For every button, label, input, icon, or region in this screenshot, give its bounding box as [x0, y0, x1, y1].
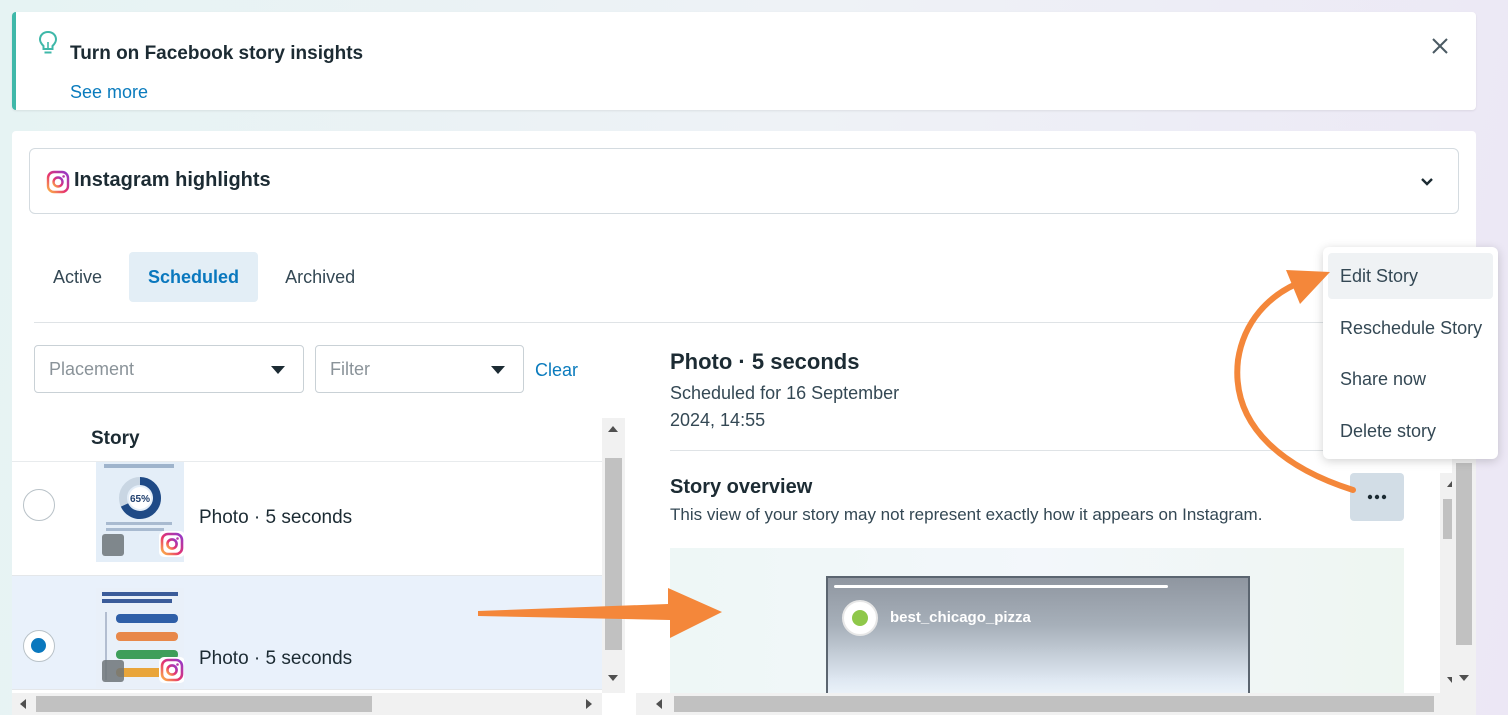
scroll-left-arrow-icon[interactable]	[20, 699, 26, 709]
lightbulb-icon	[38, 30, 58, 54]
tab-active[interactable]: Active	[34, 252, 121, 302]
placement-dropdown[interactable]: Placement	[34, 345, 304, 393]
scroll-down-arrow-icon[interactable]	[1459, 675, 1469, 681]
menu-item-reschedule-story[interactable]: Reschedule Story	[1328, 305, 1493, 351]
menu-item-edit-story[interactable]: Edit Story	[1328, 253, 1493, 299]
menu-item-delete-story[interactable]: Delete story	[1328, 408, 1493, 454]
avatar	[842, 600, 878, 636]
scroll-right-arrow-icon[interactable]	[586, 699, 592, 709]
row-radio[interactable]	[23, 489, 55, 521]
story-tabs: Active Scheduled Archived	[34, 252, 374, 302]
story-list: 65% Photo · 5 seconds Photo · 5 seconds	[12, 461, 602, 693]
story-preview: best_chicago_pizza	[670, 548, 1404, 698]
scroll-left-arrow-icon[interactable]	[656, 699, 662, 709]
chevron-down-icon[interactable]	[1418, 173, 1436, 191]
list-horizontal-scrollbar[interactable]	[12, 693, 602, 715]
list-item[interactable]: Photo · 5 seconds	[12, 576, 602, 690]
detail-horizontal-scrollbar[interactable]	[636, 693, 1476, 715]
banner-title: Turn on Facebook story insights	[70, 43, 364, 64]
list-item[interactable]: 65% Photo · 5 seconds	[12, 462, 602, 576]
tab-scheduled[interactable]: Scheduled	[129, 252, 259, 302]
scrollbar-thumb[interactable]	[36, 696, 372, 712]
clear-link[interactable]: Clear	[535, 360, 578, 381]
story-options-menu: Edit Story Reschedule Story Share now De…	[1323, 247, 1498, 459]
tab-archived[interactable]: Archived	[266, 252, 374, 302]
filter-placeholder: Filter	[330, 358, 370, 379]
instagram-badge-icon	[159, 657, 184, 683]
overview-description: This view of your story may not represen…	[670, 505, 1263, 524]
close-icon[interactable]	[1428, 34, 1452, 58]
story-progress-bar	[834, 585, 1168, 588]
placement-placeholder: Placement	[49, 358, 135, 379]
list-vertical-scrollbar[interactable]	[602, 418, 625, 693]
row-label: Photo · 5 seconds	[199, 648, 353, 669]
filter-dropdown[interactable]: Filter	[315, 345, 524, 393]
story-preview-frame: best_chicago_pizza	[826, 576, 1250, 698]
story-list-panel: Placement Filter Clear Story 65% Photo ·…	[12, 323, 626, 715]
see-more-link[interactable]: See more	[70, 82, 148, 103]
instagram-badge-icon	[159, 531, 184, 557]
row-label: Photo · 5 seconds	[199, 507, 353, 528]
insights-banner: Turn on Facebook story insights See more	[12, 12, 1476, 110]
scrollbar-thumb[interactable]	[605, 458, 622, 650]
menu-item-share-now[interactable]: Share now	[1328, 356, 1493, 402]
caret-down-icon	[491, 366, 505, 374]
story-column-header: Story	[91, 428, 140, 449]
caret-down-icon	[271, 366, 285, 374]
ellipsis-icon	[1367, 494, 1387, 500]
scrollbar-thumb[interactable]	[1456, 463, 1472, 645]
scroll-down-arrow-icon[interactable]	[608, 675, 618, 681]
preview-account-handle: best_chicago_pizza	[890, 609, 1031, 626]
stories-card: Instagram highlights Active Scheduled Ar…	[12, 131, 1476, 715]
story-thumbnail: 65%	[96, 462, 184, 562]
image-icon	[102, 534, 124, 556]
instagram-icon	[46, 170, 70, 194]
thumbnail-percent: 65%	[130, 494, 150, 505]
image-icon	[102, 660, 124, 682]
detail-title: Photo · 5 seconds	[670, 349, 860, 374]
row-radio-selected[interactable]	[23, 630, 55, 662]
highlights-label: Instagram highlights	[74, 169, 271, 191]
scrollbar-thumb[interactable]	[674, 696, 1434, 712]
story-thumbnail	[96, 588, 184, 688]
overview-title: Story overview	[670, 476, 813, 498]
scheduled-time: Scheduled for 16 September 2024, 14:55	[670, 383, 900, 430]
instagram-highlights-header[interactable]: Instagram highlights	[29, 148, 1459, 214]
scroll-up-arrow-icon[interactable]	[608, 426, 618, 432]
more-options-button[interactable]	[1350, 473, 1404, 521]
